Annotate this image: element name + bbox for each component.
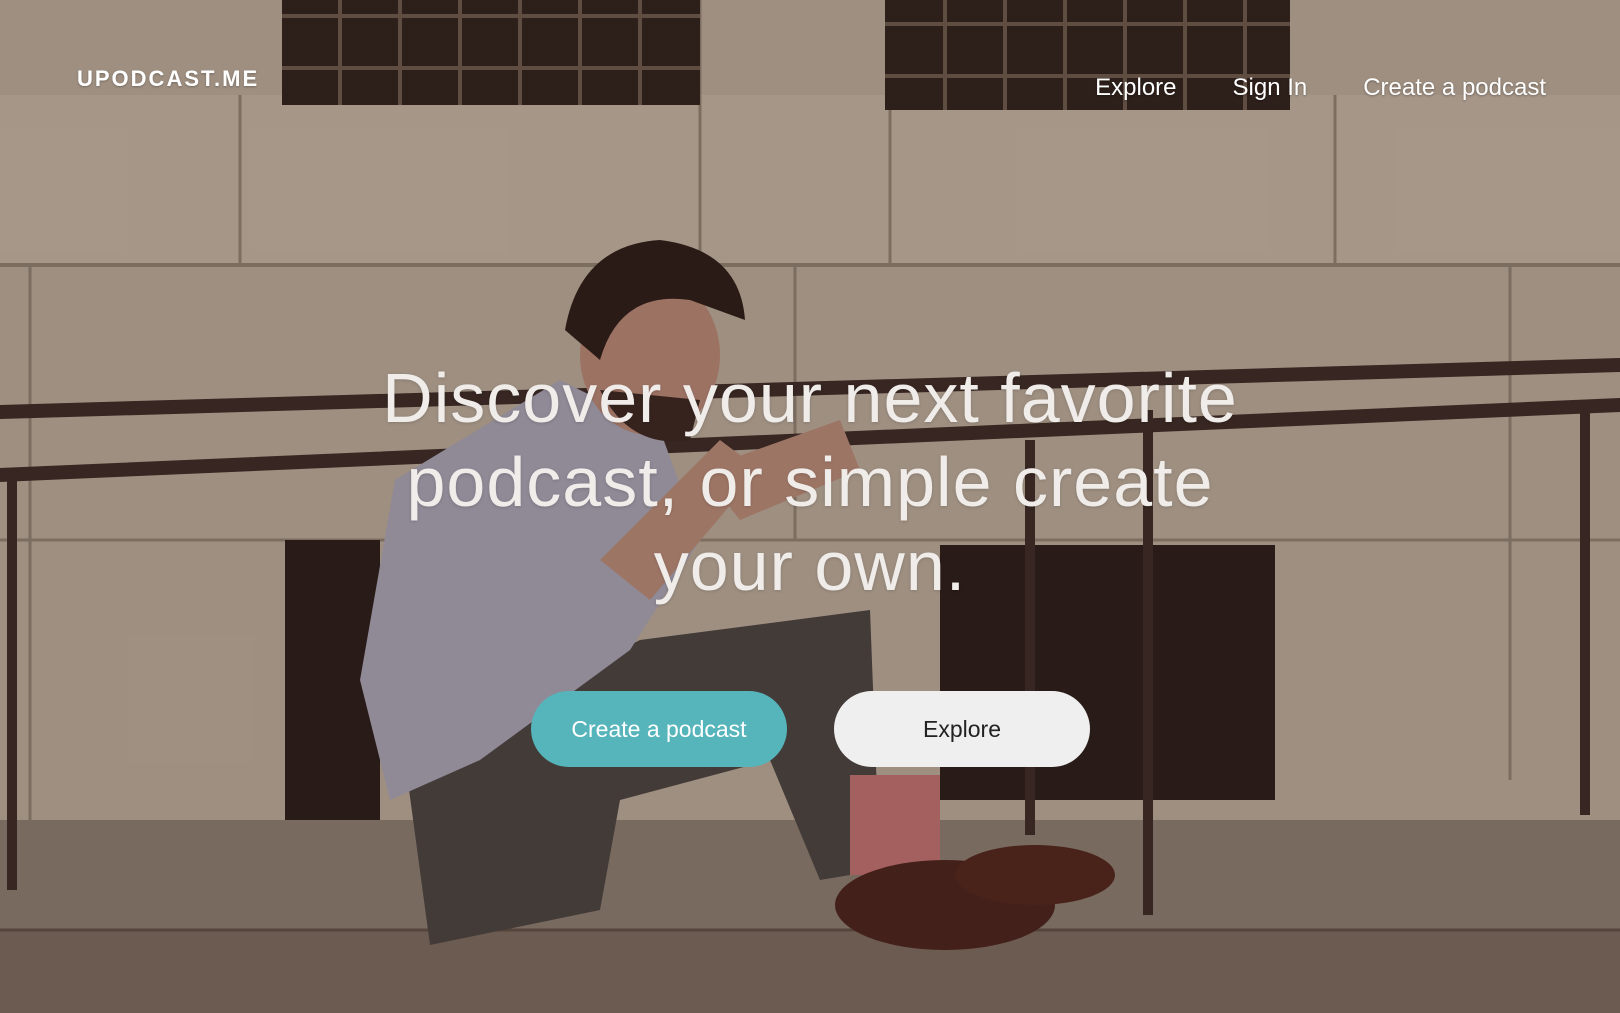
nav-link-sign-in[interactable]: Sign In	[1233, 74, 1308, 102]
site-logo[interactable]: UPODCAST.ME	[77, 66, 259, 92]
explore-button[interactable]: Explore	[834, 691, 1090, 767]
nav-link-explore[interactable]: Explore	[1095, 74, 1176, 102]
nav-link-create-podcast[interactable]: Create a podcast	[1363, 74, 1546, 102]
create-podcast-button[interactable]: Create a podcast	[531, 691, 787, 767]
top-nav: Explore Sign In Create a podcast	[1095, 74, 1546, 102]
hero-headline: Discover your next favorite podcast, or …	[382, 359, 1238, 605]
hero-section: UPODCAST.ME Explore Sign In Create a pod…	[0, 0, 1620, 1013]
